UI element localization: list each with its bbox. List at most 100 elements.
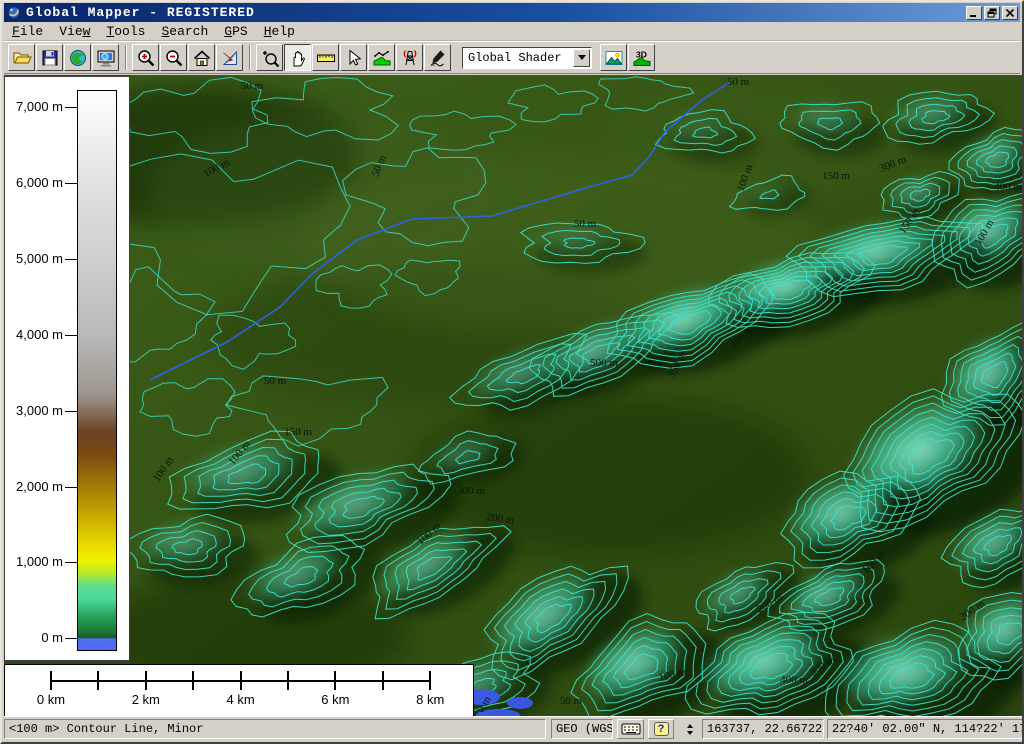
- window-title: Global Mapper - REGISTERED: [26, 5, 255, 20]
- zoom-out-button[interactable]: [160, 44, 187, 71]
- distance-scale-bar: 0 km2 km4 km6 km8 km: [4, 664, 474, 718]
- menu-search[interactable]: Search: [153, 23, 216, 40]
- legend-tick-mark: [65, 259, 77, 260]
- measure-button[interactable]: [312, 44, 339, 71]
- elevation-gradient-bar: [77, 90, 117, 651]
- toolbar: Global Shader 3D: [4, 41, 1020, 74]
- image-view-button[interactable]: [600, 44, 627, 71]
- zoom-in-button[interactable]: [132, 44, 159, 71]
- help-icon: ?: [654, 722, 669, 736]
- gps-button[interactable]: [396, 44, 423, 71]
- path-profile-icon: [372, 48, 392, 68]
- save-button[interactable]: [36, 44, 63, 71]
- digitizer-button[interactable]: [424, 44, 451, 71]
- view-3d-icon: 3D: [632, 48, 652, 68]
- image-view-icon: [604, 48, 624, 68]
- scale-tick: [145, 671, 147, 690]
- title-bar[interactable]: Global Mapper - REGISTERED: [4, 3, 1020, 22]
- pan-hand-button[interactable]: [284, 44, 311, 71]
- screen-export-icon: [96, 48, 116, 68]
- keyboard-icon: [621, 722, 641, 736]
- scale-tick: [192, 671, 194, 690]
- pan-hand-icon: [288, 48, 308, 68]
- scale-label: 0 km: [37, 692, 65, 707]
- scale-label: 8 km: [416, 692, 444, 707]
- scale-label: 2 km: [132, 692, 160, 707]
- contour-label: 50 m: [241, 80, 264, 92]
- world-icon: [68, 48, 88, 68]
- chevron-down-icon[interactable]: [573, 49, 590, 67]
- scale-tick: [97, 671, 99, 690]
- cursor-coords-field: 163737, 22.66722137 ): [702, 719, 824, 739]
- legend-tick-label: 0 m: [5, 630, 63, 645]
- digitizer-icon: [428, 48, 448, 68]
- minimize-icon: [969, 8, 979, 18]
- full-view-icon: [192, 48, 212, 68]
- legend-tick-label: 6,000 m: [5, 175, 63, 190]
- configure-button[interactable]: [216, 44, 243, 71]
- measure-icon: [316, 48, 336, 68]
- zoom-tool-button[interactable]: [256, 44, 283, 71]
- screen-export-button[interactable]: [92, 44, 119, 71]
- menu-bar: FileViewToolsSearchGPSHelp: [4, 22, 1020, 41]
- contour-label: 300 m: [457, 485, 485, 497]
- contour-label: 400 m: [994, 181, 1022, 193]
- full-view-button[interactable]: [188, 44, 215, 71]
- zoom-in-icon: [136, 48, 156, 68]
- configure-icon: [220, 48, 240, 68]
- keyboard-button[interactable]: [617, 719, 644, 739]
- view-3d-button[interactable]: 3D: [628, 44, 655, 71]
- legend-tick-label: 2,000 m: [5, 479, 63, 494]
- legend-tick-mark: [65, 487, 77, 488]
- spin-up-icon[interactable]: [687, 721, 693, 728]
- contour-label: 50 m: [727, 76, 750, 88]
- world-button[interactable]: [64, 44, 91, 71]
- toolbar-separator: [249, 45, 251, 70]
- select-arrow-button[interactable]: [340, 44, 367, 71]
- map-canvas[interactable]: 50 m100 m50 m50 m50 m100 m150 m300 m400 …: [130, 75, 1024, 720]
- feature-status-field: <100 m> Contour Line, Minor: [4, 719, 546, 739]
- scale-tick: [334, 671, 336, 690]
- legend-tick-label: 5,000 m: [5, 251, 63, 266]
- menu-gps[interactable]: GPS: [216, 23, 255, 40]
- status-bar: <100 m> Contour Line, Minor GEO (WGS84 ?…: [4, 716, 1024, 740]
- legend-tick-mark: [65, 335, 77, 336]
- minimize-button[interactable]: [966, 6, 982, 20]
- open-button[interactable]: [8, 44, 35, 71]
- contour-label: 150 m: [284, 426, 312, 438]
- path-profile-button[interactable]: [368, 44, 395, 71]
- menu-tools[interactable]: Tools: [98, 23, 153, 40]
- scale-tick: [382, 671, 384, 690]
- position-spinner[interactable]: [683, 720, 697, 738]
- menu-file[interactable]: File: [4, 23, 51, 40]
- legend-tick-mark: [65, 183, 77, 184]
- projection-field: GEO (WGS84: [551, 719, 613, 739]
- restore-button[interactable]: [984, 6, 1000, 20]
- help-button[interactable]: ?: [648, 719, 674, 739]
- scale-tick: [240, 671, 242, 690]
- close-icon: [1005, 8, 1015, 18]
- shader-dropdown[interactable]: Global Shader: [462, 47, 592, 69]
- contour-label: 500 m: [590, 357, 618, 369]
- legend-tick-mark: [65, 411, 77, 412]
- spin-down-icon[interactable]: [687, 731, 693, 738]
- latlon-field: 22?40' 02.00" N, 114?22' 17.89" E: [827, 719, 1024, 739]
- restore-icon: [987, 8, 997, 18]
- scale-tick: [287, 671, 289, 690]
- select-arrow-icon: [344, 48, 364, 68]
- save-icon: [40, 48, 60, 68]
- menu-view[interactable]: View: [51, 23, 98, 40]
- legend-tick-label: 3,000 m: [5, 403, 63, 418]
- zoom-out-icon: [164, 48, 184, 68]
- legend-tick-label: 7,000 m: [5, 99, 63, 114]
- legend-tick-mark: [65, 638, 77, 639]
- legend-tick-mark: [65, 562, 77, 563]
- zoom-tool-icon: [260, 48, 280, 68]
- scale-label: 4 km: [227, 692, 255, 707]
- gps-icon: [400, 48, 420, 68]
- menu-help[interactable]: Help: [256, 23, 303, 40]
- legend-tick-mark: [65, 107, 77, 108]
- close-button[interactable]: [1002, 6, 1018, 20]
- contour-label: 400 m: [780, 674, 808, 686]
- svg-text:3D: 3D: [636, 49, 647, 59]
